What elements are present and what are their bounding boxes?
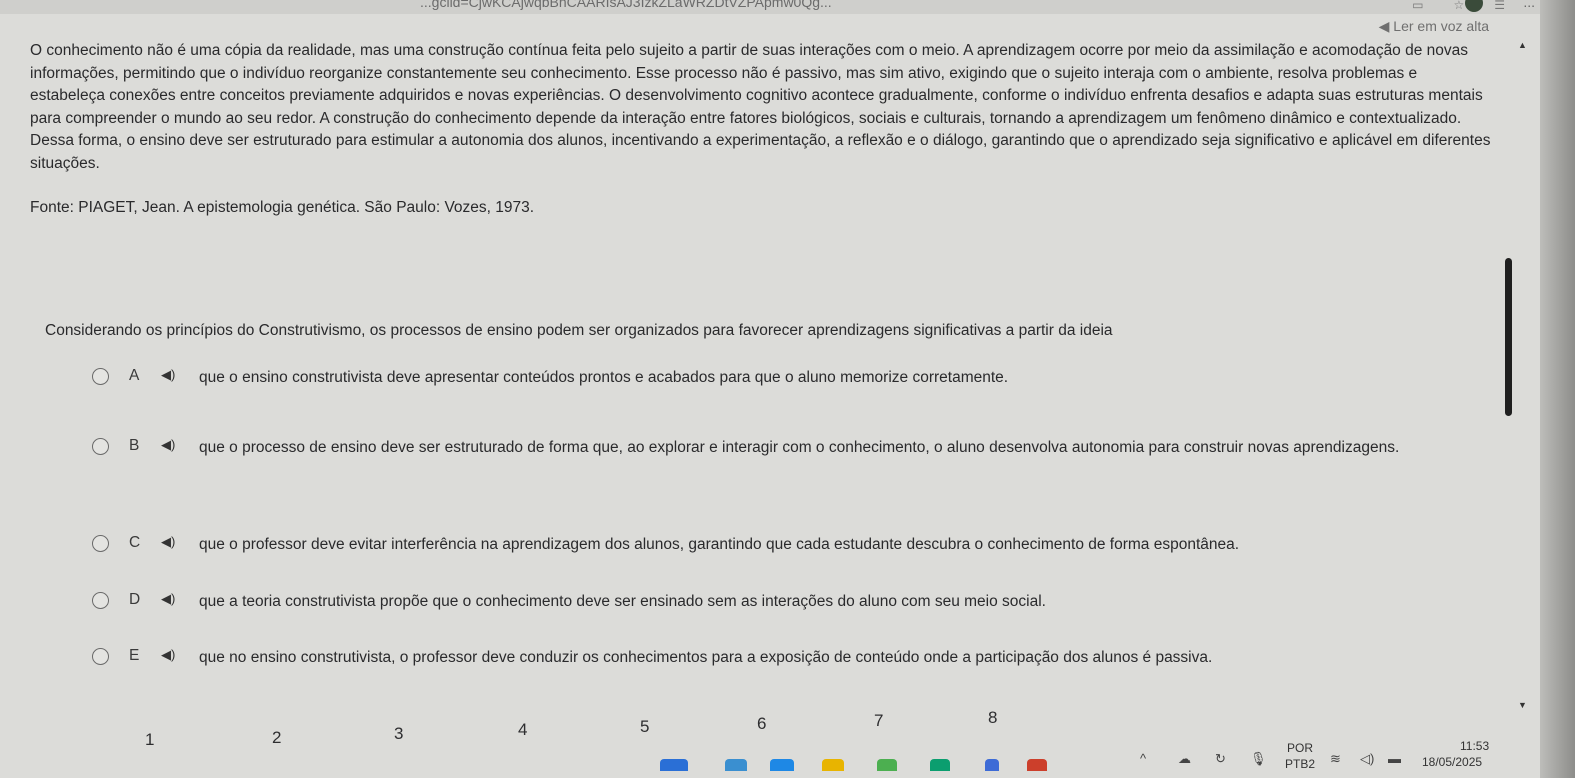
option-letter: E xyxy=(129,647,140,664)
collections-icon[interactable]: ☰ xyxy=(1494,0,1505,12)
speaker-icon[interactable]: ◀︎) xyxy=(161,367,177,383)
taskbar-app-icon[interactable] xyxy=(770,759,794,771)
option-text: que a teoria construtivista propõe que o… xyxy=(199,593,1046,610)
more-menu-button[interactable]: ... xyxy=(1523,0,1535,10)
option-e[interactable]: E ◀︎) que no ensino construtivista, o pr… xyxy=(92,646,1212,669)
favorite-star-icon[interactable]: ☆ xyxy=(1453,0,1464,12)
option-letter: A xyxy=(129,367,140,384)
question-content: O conhecimento não é uma cópia da realid… xyxy=(30,40,1495,217)
page-button-6[interactable]: 6 xyxy=(757,714,766,734)
option-text: que o ensino construtivista deve apresen… xyxy=(199,369,1009,386)
address-bar[interactable]: ...gclid=CjwKCAjwqbBhCAARIsAJ3IzkZLaWRZD… xyxy=(420,0,832,10)
option-text: que o processo de ensino deve ser estrut… xyxy=(199,439,1400,456)
option-d[interactable]: D ◀︎) que a teoria construtivista propõe… xyxy=(92,590,1046,613)
option-a[interactable]: A ◀︎) que o ensino construtivista deve a… xyxy=(92,366,1008,389)
radio-a[interactable] xyxy=(92,368,109,385)
scroll-down-arrow-icon[interactable]: ▼ xyxy=(1518,700,1527,710)
scrollbar-thumb[interactable] xyxy=(1505,258,1512,416)
radio-c[interactable] xyxy=(92,535,109,552)
language-indicator[interactable]: POR xyxy=(1287,741,1313,755)
refresh-icon[interactable]: ↻ xyxy=(1215,751,1226,767)
taskbar-app-icon[interactable] xyxy=(1027,759,1047,771)
option-text: que o professor deve evitar interferênci… xyxy=(199,536,1240,553)
screen-edge xyxy=(1540,0,1575,778)
radio-e[interactable] xyxy=(92,648,109,665)
page-button-3[interactable]: 3 xyxy=(394,724,403,744)
option-c[interactable]: C ◀︎) que o professor deve evitar interf… xyxy=(92,533,1239,556)
scroll-up-arrow-icon[interactable]: ▲ xyxy=(1518,40,1527,50)
reader-icon[interactable]: ▭ xyxy=(1412,0,1423,12)
option-letter: B xyxy=(129,437,140,454)
browser-toolbar: ...gclid=CjwKCAjwqbBhCAARIsAJ3IzkZLaWRZD… xyxy=(0,0,1575,14)
option-letter: D xyxy=(129,591,141,608)
option-letter: C xyxy=(129,534,141,551)
radio-d[interactable] xyxy=(92,592,109,609)
page-button-4[interactable]: 4 xyxy=(518,720,527,740)
microphone-icon[interactable]: 🎙 xyxy=(1250,751,1267,767)
page-button-5[interactable]: 5 xyxy=(640,717,649,737)
keyboard-layout[interactable]: PTB2 xyxy=(1285,757,1315,771)
taskbar-app-icon[interactable] xyxy=(985,759,999,771)
clock-date[interactable]: 18/05/2025 xyxy=(1422,755,1482,769)
clock-time[interactable]: 11:53 xyxy=(1460,739,1489,753)
chevron-up-icon[interactable]: ^ xyxy=(1140,751,1146,766)
speaker-icon[interactable]: ◀︎) xyxy=(161,591,177,607)
speaker-icon[interactable]: ◀︎) xyxy=(161,437,177,453)
speaker-icon[interactable]: ◀︎) xyxy=(161,534,177,550)
source-citation: Fonte: PIAGET, Jean. A epistemologia gen… xyxy=(30,198,535,216)
question-stem: Considerando os princípios do Construtiv… xyxy=(45,322,1113,339)
wifi-icon[interactable]: ≋ xyxy=(1330,751,1341,767)
option-b[interactable]: B ◀︎) que o processo de ensino deve ser … xyxy=(92,436,1444,459)
taskbar-app-icon[interactable] xyxy=(725,759,747,771)
page-button-7[interactable]: 7 xyxy=(874,711,883,731)
volume-icon[interactable]: ◁) xyxy=(1360,751,1374,767)
taskbar-app-icon[interactable] xyxy=(930,759,950,771)
battery-icon[interactable]: ▬ xyxy=(1388,751,1401,766)
taskbar-app-icon[interactable] xyxy=(877,759,897,771)
radio-b[interactable] xyxy=(92,438,109,455)
taskbar: ^ ☁ ↻ 🎙 POR PTB2 ≋ ◁) ▬ 11:53 18/05/2025 xyxy=(0,739,1540,778)
taskbar-app-icon[interactable] xyxy=(660,759,688,771)
cloud-sync-icon[interactable]: ☁ xyxy=(1178,751,1191,767)
taskbar-app-icon[interactable] xyxy=(822,759,844,771)
read-aloud-label: Ler em voz alta xyxy=(1393,18,1489,34)
read-aloud-button[interactable]: ◀︎ Ler em voz alta xyxy=(1379,18,1489,35)
page-button-8[interactable]: 8 xyxy=(988,708,997,728)
speaker-icon: ◀︎ xyxy=(1378,18,1390,34)
question-pagination: 1 2 3 4 5 6 7 8 xyxy=(0,700,1100,749)
passage-text: O conhecimento não é uma cópia da realid… xyxy=(30,42,1491,172)
option-text: que no ensino construtivista, o professo… xyxy=(199,649,1213,666)
speaker-icon[interactable]: ◀︎) xyxy=(161,647,177,663)
